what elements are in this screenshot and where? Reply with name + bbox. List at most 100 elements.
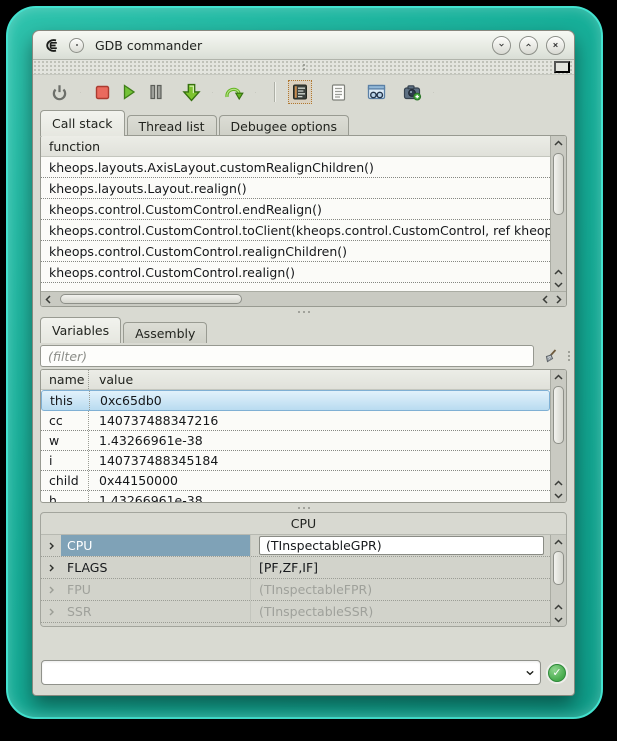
scroll-left-button[interactable]: [41, 292, 55, 306]
call-stack-row[interactable]: kheops.layouts.AxisLayout.customRealignC…: [41, 157, 550, 178]
toolbar-separator: [274, 82, 276, 102]
call-stack-hscrollbar[interactable]: [41, 291, 566, 306]
run-button[interactable]: [117, 80, 141, 104]
tab-call-stack[interactable]: Call stack: [40, 110, 125, 136]
scroll-up-button[interactable]: [551, 600, 566, 613]
shade-up-button[interactable]: [519, 36, 538, 55]
cpu-row[interactable]: SSR (TInspectableSSR): [41, 601, 550, 623]
splitter-handle[interactable]: [33, 307, 574, 316]
call-stack-row[interactable]: kheops.control.CustomControl.endRealign(…: [41, 199, 550, 220]
pause-button[interactable]: [144, 80, 168, 104]
scrollbar-thumb[interactable]: [553, 551, 564, 585]
chevron-down-icon: [499, 42, 504, 48]
scroll-left-button[interactable]: [538, 292, 552, 306]
cpu-view-button[interactable]: [288, 80, 312, 104]
cpu-row-name[interactable]: CPU: [61, 535, 251, 556]
column-header-value[interactable]: value: [89, 370, 550, 389]
variable-name: i: [41, 451, 89, 470]
cpu-row-value: (TInspectableFPR): [251, 579, 550, 600]
splitter-handle[interactable]: [33, 503, 574, 512]
variable-row[interactable]: cc 140737488347216: [41, 411, 550, 431]
variable-name: cc: [41, 411, 89, 430]
tab-thread-list[interactable]: Thread list: [127, 115, 217, 136]
call-stack-row[interactable]: kheops.control.CustomControl.realignChil…: [41, 241, 550, 262]
dock-titlebar[interactable]: [33, 60, 574, 75]
dock-close-button[interactable]: [554, 61, 570, 73]
scroll-up-button[interactable]: [551, 265, 566, 278]
scroll-up-button[interactable]: [551, 136, 566, 149]
cpu-register-table: CPU (TInspectableGPR) FLAGS [PF,ZF,IF] F…: [41, 535, 550, 626]
app-icon: [42, 38, 62, 53]
debug-toolbar: [33, 75, 574, 109]
variable-row[interactable]: child 0x44150000: [41, 471, 550, 491]
watches-button[interactable]: [364, 80, 388, 104]
tab-assembly[interactable]: Assembly: [123, 322, 207, 343]
chevron-up-icon: [554, 480, 563, 486]
variable-row[interactable]: h 1.43266961e-38: [41, 491, 550, 502]
chevron-down-icon: [255, 90, 256, 95]
variables-header-row: name value: [41, 370, 550, 390]
output-list-button[interactable]: [326, 80, 350, 104]
scroll-down-button[interactable]: [551, 278, 566, 291]
variable-row[interactable]: this 0xc65db0: [41, 390, 550, 411]
expander-icon[interactable]: [41, 579, 61, 600]
shade-down-button[interactable]: [492, 36, 511, 55]
scroll-up-button[interactable]: [551, 476, 566, 489]
cpu-row-name[interactable]: SSR: [61, 601, 251, 622]
cpu-inspector-group: CPU CPU (TInspectableGPR) FLAGS [PF,ZF,I…: [40, 512, 567, 627]
expander-icon[interactable]: [41, 601, 61, 622]
power-menu-arrow[interactable]: [74, 80, 87, 104]
close-window-button[interactable]: [546, 36, 565, 55]
cpu-row-name[interactable]: FLAGS: [61, 557, 251, 578]
step-into-menu-arrow[interactable]: [206, 80, 219, 104]
cpu-group-title: CPU: [41, 513, 566, 534]
scroll-down-button[interactable]: [551, 613, 566, 626]
dock-drag-handle[interactable]: [303, 64, 305, 70]
tab-debugee-options[interactable]: Debugee options: [219, 115, 350, 136]
add-watch-menu-arrow[interactable]: [427, 80, 440, 104]
step-over-menu-arrow[interactable]: [249, 80, 262, 104]
call-stack-list: function kheops.layouts.AxisLayout.custo…: [41, 136, 550, 291]
step-into-button[interactable]: [179, 80, 203, 104]
combo-dropdown-button[interactable]: [520, 661, 540, 684]
stack-tabbar: Call stack Thread list Debugee options: [33, 109, 574, 136]
variable-row[interactable]: w 1.43266961e-38: [41, 431, 550, 451]
cpu-vscrollbar[interactable]: [550, 535, 566, 626]
step-over-button[interactable]: [222, 80, 246, 104]
expander-icon[interactable]: [41, 557, 61, 578]
scrollbar-thumb[interactable]: [553, 153, 564, 215]
expander-icon[interactable]: [41, 535, 61, 556]
call-stack-vscrollbar[interactable]: [550, 136, 566, 291]
stop-button[interactable]: [90, 80, 114, 104]
scroll-down-button[interactable]: [551, 489, 566, 502]
add-watch-button[interactable]: [400, 80, 424, 104]
scrollbar-thumb[interactable]: [60, 294, 242, 304]
variable-row[interactable]: i 140737488345184: [41, 451, 550, 471]
cpu-row[interactable]: FPU (TInspectableFPR): [41, 579, 550, 601]
filter-input[interactable]: [40, 345, 534, 367]
cpu-row[interactable]: CPU (TInspectableGPR): [41, 535, 550, 557]
call-stack-row[interactable]: kheops.control.CustomControl.realign(): [41, 262, 550, 283]
cpu-row[interactable]: FLAGS [PF,ZF,IF]: [41, 557, 550, 579]
cpu-value-editor[interactable]: (TInspectableGPR): [259, 536, 544, 555]
clear-filter-button[interactable]: [539, 345, 561, 367]
variable-value: 140737488347216: [89, 411, 550, 430]
scrollbar-thumb[interactable]: [553, 386, 564, 444]
titlebar[interactable]: GDB commander: [33, 31, 574, 60]
power-button[interactable]: [47, 80, 71, 104]
panel-drag-handle[interactable]: [568, 351, 570, 361]
scroll-up-button[interactable]: [551, 370, 566, 383]
send-command-button[interactable]: ✓: [548, 664, 566, 682]
scroll-right-button[interactable]: [552, 292, 566, 306]
column-header-name[interactable]: name: [41, 370, 89, 389]
call-stack-row[interactable]: kheops.layouts.Layout.realign(): [41, 178, 550, 199]
window-menu-button[interactable]: [69, 38, 84, 53]
chevron-up-icon: [554, 374, 563, 380]
scroll-up-button[interactable]: [551, 535, 566, 548]
gdb-command-combobox[interactable]: [41, 660, 541, 685]
variables-vscrollbar[interactable]: [550, 370, 566, 502]
tab-variables[interactable]: Variables: [40, 317, 121, 343]
call-stack-row[interactable]: kheops.control.CustomControl.toClient(kh…: [41, 220, 550, 241]
cpu-row-name[interactable]: FPU: [61, 579, 251, 600]
gdb-command-input[interactable]: [42, 665, 520, 680]
